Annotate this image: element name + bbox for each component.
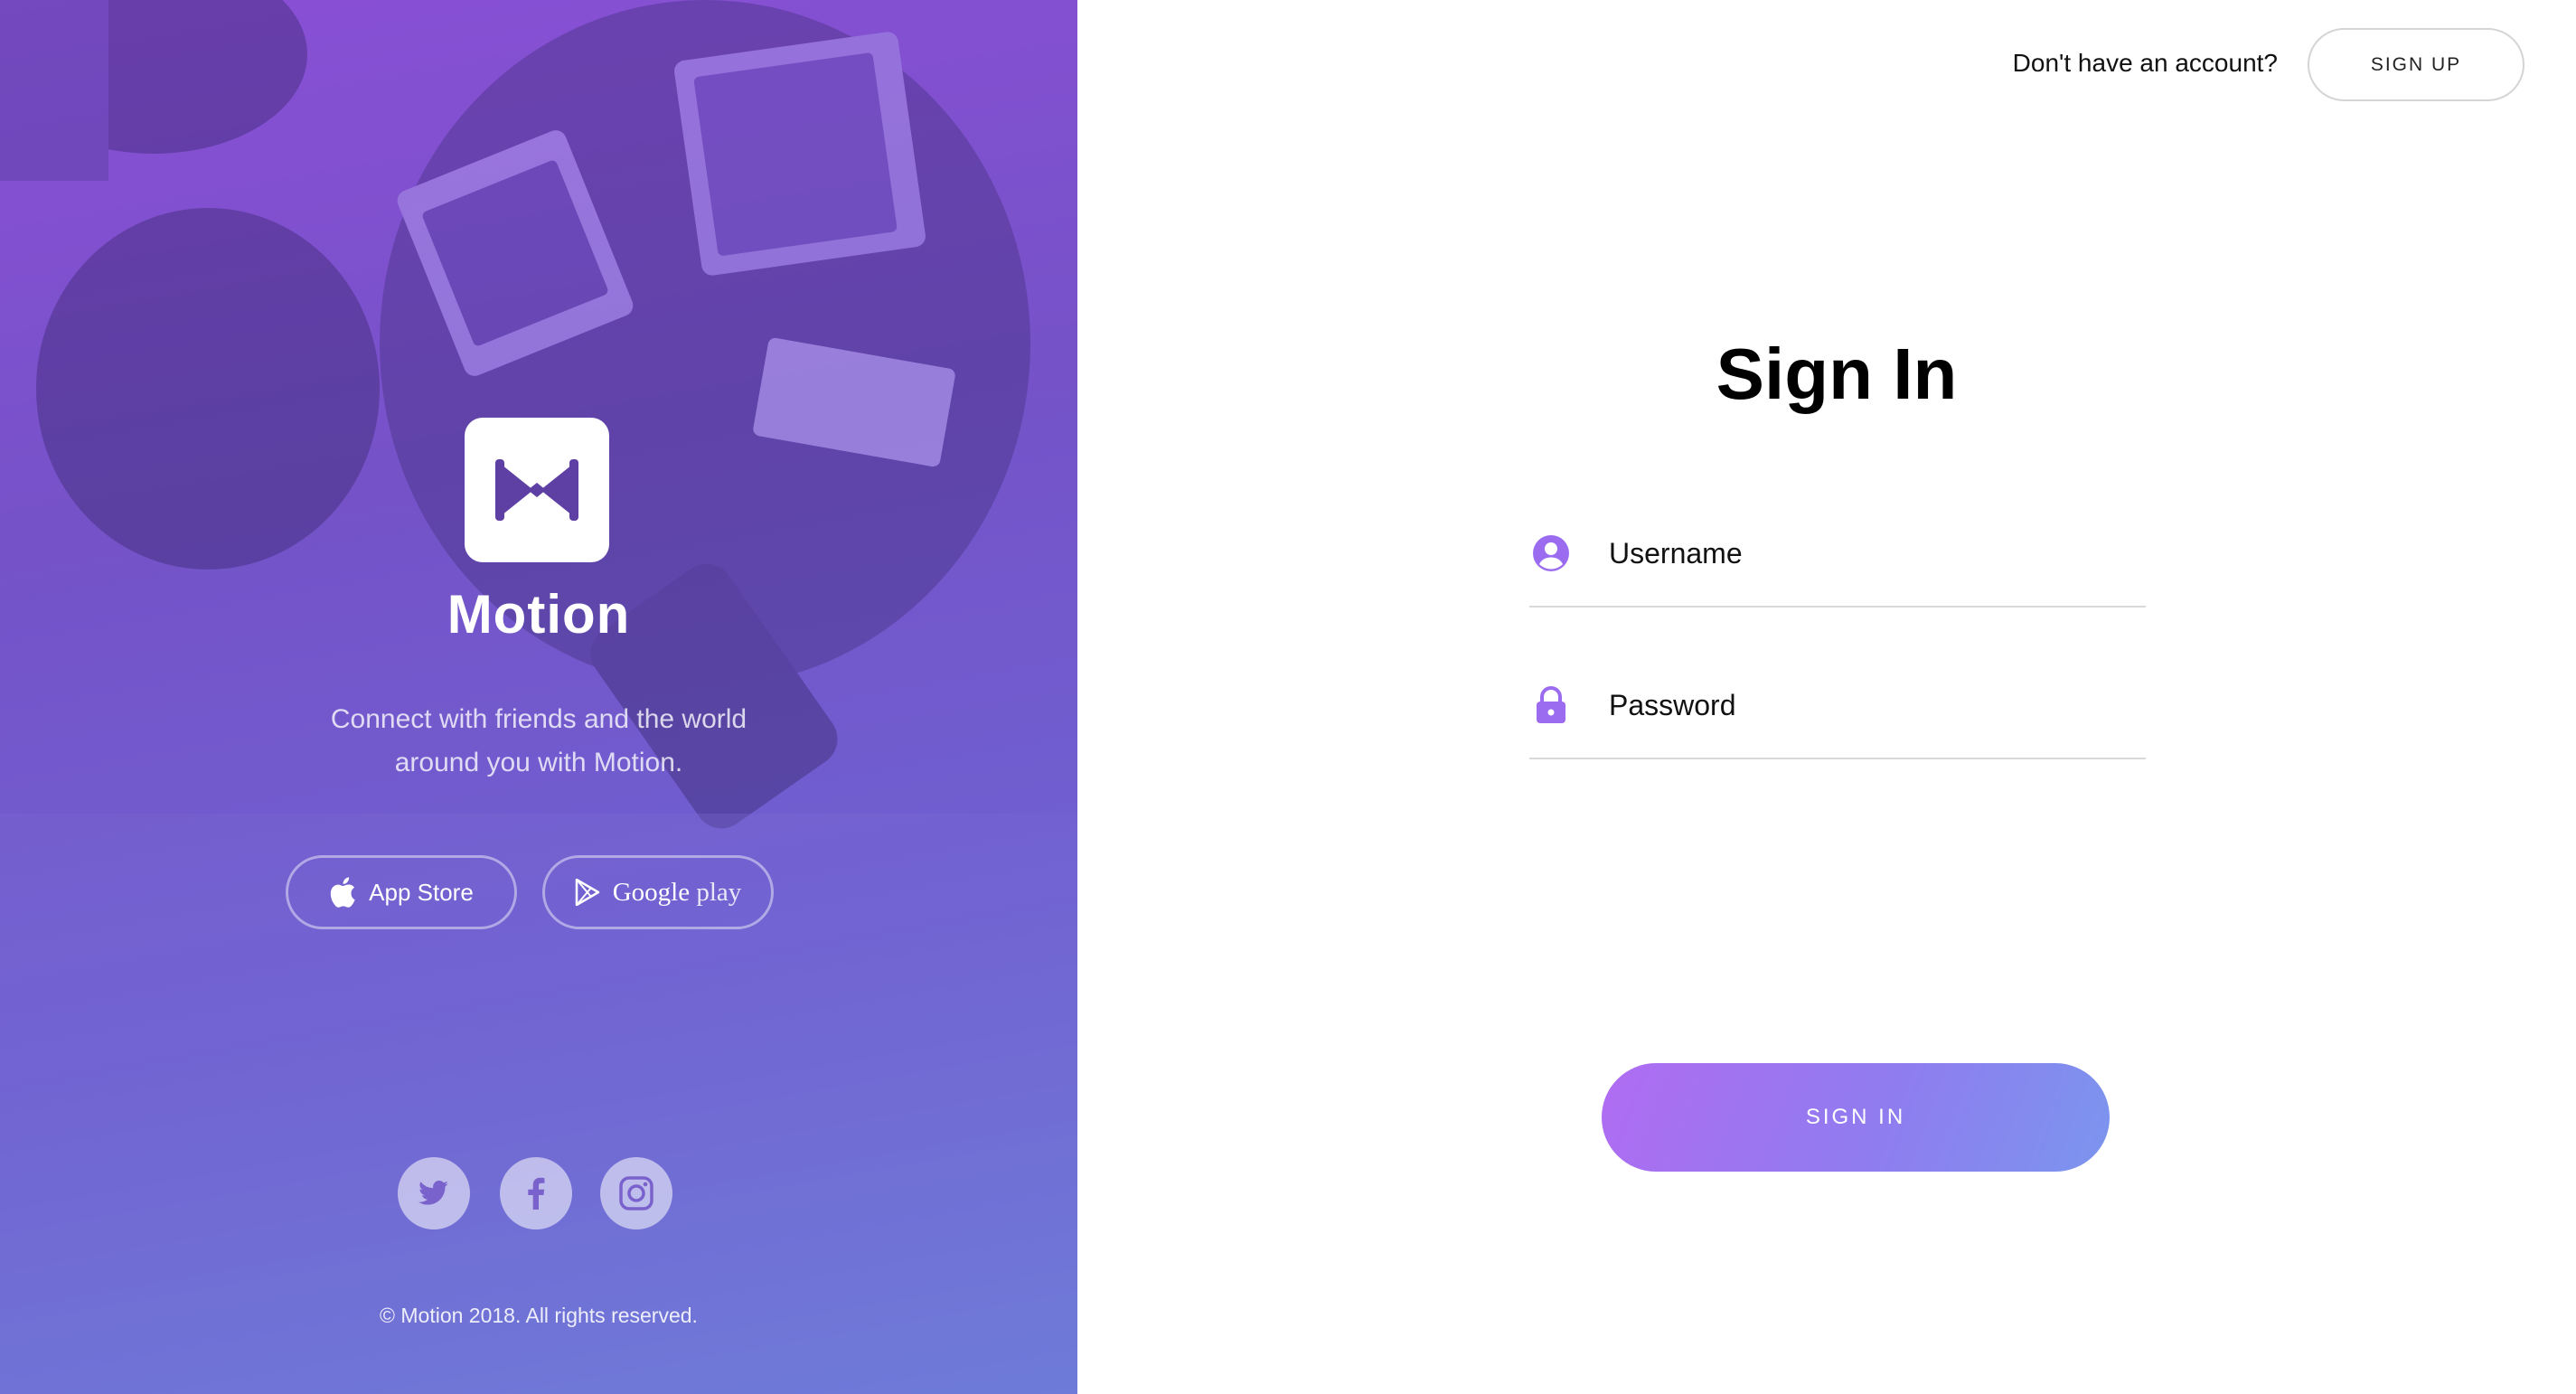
tagline-line-2: around you with Motion. <box>394 748 683 777</box>
tagline-line-1: Connect with friends and the world <box>330 704 747 734</box>
password-field <box>1529 673 2146 759</box>
no-account-prompt: Don't have an account? <box>2012 49 2278 77</box>
username-input[interactable] <box>1609 530 2133 577</box>
twitter-icon <box>418 1181 448 1205</box>
copyright-text: © Motion 2018. All rights reserved. <box>380 1304 698 1327</box>
play-label: play <box>696 877 742 907</box>
google-play-label: Google play <box>613 878 742 908</box>
play-store-icon <box>575 879 599 906</box>
sign-in-button[interactable]: SIGN IN <box>1602 1063 2110 1172</box>
facebook-button[interactable] <box>500 1157 572 1229</box>
sign-up-button[interactable]: SIGN UP <box>2308 28 2524 101</box>
instagram-icon <box>619 1176 653 1210</box>
username-field <box>1529 521 2146 608</box>
left-hero-panel: Motion Connect with friends and the worl… <box>0 0 1077 1394</box>
twitter-button[interactable] <box>398 1157 470 1229</box>
motion-logo <box>465 418 609 562</box>
brand-name: Motion <box>447 584 631 645</box>
apple-icon <box>330 877 355 908</box>
password-input[interactable] <box>1609 682 2133 729</box>
instagram-button[interactable] <box>600 1157 672 1229</box>
facebook-icon <box>528 1177 545 1210</box>
google-play-button[interactable]: Google play <box>542 855 774 929</box>
bowtie-logo-icon <box>495 459 578 521</box>
google-label: Google <box>612 877 691 907</box>
app-store-label: App Store <box>369 878 474 906</box>
user-circle-icon <box>1533 535 1569 571</box>
page-title: Sign In <box>1716 334 1958 414</box>
lock-icon <box>1537 686 1565 723</box>
brand-tagline: Connect with friends and the world aroun… <box>268 698 810 785</box>
app-store-button[interactable]: App Store <box>286 855 517 929</box>
